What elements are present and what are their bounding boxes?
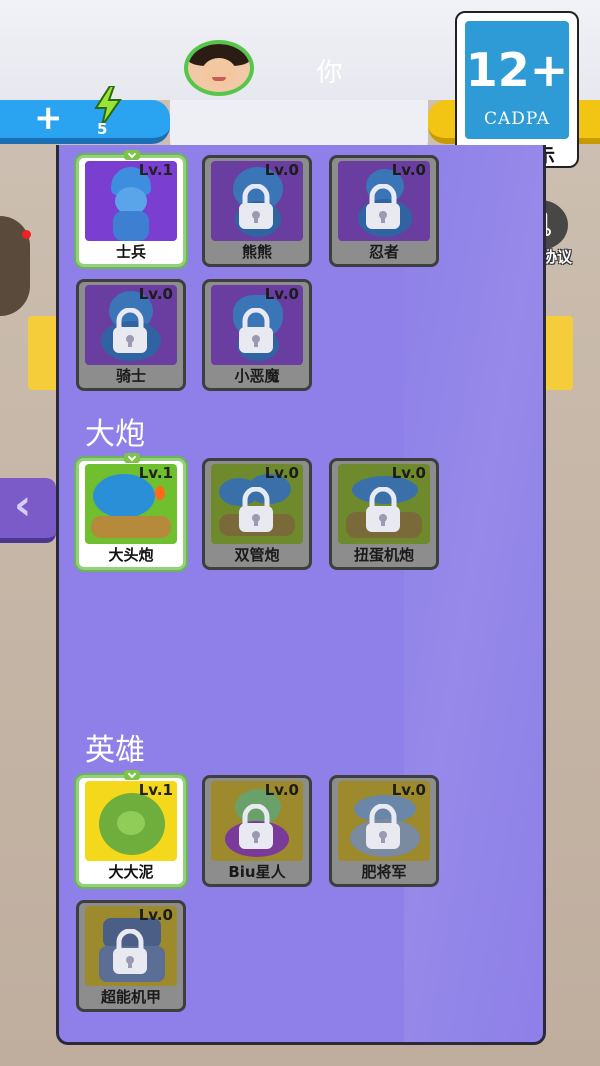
unit-card-gacha-cannon[interactable]: Lv.0 扭蛋机炮 [329, 458, 439, 570]
unit-card-knight[interactable]: Lv.0 骑士 [76, 279, 186, 391]
level-label: Lv.0 [391, 161, 426, 179]
level-label: Lv.0 [138, 906, 173, 924]
lock-icon [239, 487, 273, 532]
collection-panel[interactable]: Lv.1 士兵 Lv.0 熊熊 Lv.0 忍者 Lv.0 骑士 Lv.0 小恶魔… [56, 145, 546, 1045]
unit-name: 小恶魔 [234, 367, 280, 385]
unit-card-bear[interactable]: Lv.0 熊熊 [202, 155, 312, 267]
lock-icon [366, 184, 400, 229]
energy-count: 5 [97, 120, 108, 138]
unit-card-super-mech[interactable]: Lv.0 超能机甲 [76, 900, 186, 1012]
level-label: Lv.0 [391, 781, 426, 799]
check-icon [124, 453, 140, 463]
unit-name: 熊熊 [241, 243, 272, 261]
unit-card-mud[interactable]: Lv.1 大大泥 [76, 770, 186, 887]
unit-name: Biu星人 [228, 863, 286, 881]
level-label: Lv.0 [264, 464, 299, 482]
unit-card-soldier[interactable]: Lv.1 士兵 [76, 150, 186, 267]
unit-name: 肥将军 [361, 863, 407, 881]
section-title-cannons: 大炮 [85, 417, 145, 452]
unit-card-biu-alien[interactable]: Lv.0 Biu星人 [202, 775, 312, 887]
unit-card-imp[interactable]: Lv.0 小恶魔 [202, 279, 312, 391]
level-label: Lv.0 [391, 464, 426, 482]
unit-card-double-cannon[interactable]: Lv.0 双管炮 [202, 458, 312, 570]
unit-name: 扭蛋机炮 [353, 546, 414, 564]
unit-name: 大大泥 [108, 863, 154, 881]
section-title-heroes: 英雄 [85, 733, 145, 768]
check-icon [124, 150, 140, 160]
level-label: Lv.0 [138, 285, 173, 303]
energy-bar[interactable]: + 5 [0, 86, 170, 144]
lock-icon [366, 487, 400, 532]
lock-icon [239, 804, 273, 849]
unit-name: 骑士 [115, 367, 146, 385]
unit-name: 大头炮 [108, 546, 154, 564]
rating-age: 12+ [465, 43, 569, 97]
notification-dot [22, 230, 31, 239]
add-energy-button[interactable]: + [34, 98, 63, 138]
lock-icon [366, 804, 400, 849]
unit-card-ninja[interactable]: Lv.0 忍者 [329, 155, 439, 267]
chevron-left-icon: ‹ [14, 480, 32, 529]
unit-name: 士兵 [115, 243, 146, 261]
level-label: Lv.1 [138, 781, 173, 799]
lock-icon [113, 308, 147, 353]
unit-card-fat-general[interactable]: Lv.0 肥将军 [329, 775, 439, 887]
unit-name: 忍者 [368, 243, 399, 261]
level-label: Lv.0 [264, 781, 299, 799]
check-icon [124, 770, 140, 780]
back-button[interactable]: ‹ [0, 478, 56, 543]
level-label: Lv.0 [264, 285, 299, 303]
level-label: Lv.1 [138, 161, 173, 179]
player-name: 你 [316, 58, 344, 88]
unit-card-big-head-cannon[interactable]: Lv.1 大头炮 [76, 453, 186, 570]
lock-icon [239, 308, 273, 353]
unit-name: 超能机甲 [100, 988, 161, 1006]
player-avatar[interactable] [184, 40, 254, 96]
lock-icon [113, 929, 147, 974]
lock-icon [239, 184, 273, 229]
lightning-icon [94, 86, 122, 126]
level-label: Lv.1 [138, 464, 173, 482]
right-tab[interactable] [543, 316, 573, 390]
level-label: Lv.0 [264, 161, 299, 179]
rating-org: CADPA [483, 109, 551, 129]
unit-name: 双管炮 [234, 546, 280, 564]
